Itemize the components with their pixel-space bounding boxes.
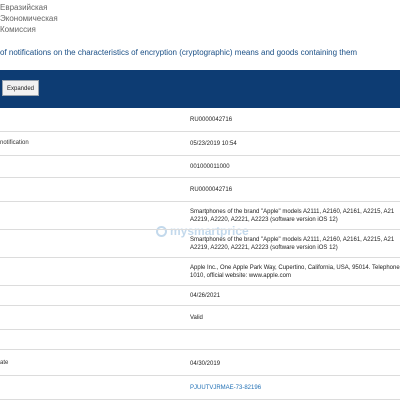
table-row: Apple Inc., One Apple Park Way, Cupertin… — [0, 258, 400, 286]
row-value: 04/30/2019 — [190, 361, 221, 367]
organization-logo-text: Евразийская Экономическая Комиссия — [0, 2, 120, 35]
toolbar: Expanded — [0, 70, 400, 108]
table-row: RU0000042716 — [0, 178, 400, 202]
table-row — [0, 330, 400, 350]
table-row: Valid — [0, 306, 400, 330]
row-value: Smartphones of the brand "Apple" models … — [190, 237, 395, 251]
table-row: 04/26/2021 — [0, 286, 400, 306]
table-row: ate 04/30/2019 — [0, 350, 400, 376]
row-value: Apple Inc., One Apple Park Way, Cupertin… — [190, 265, 400, 279]
row-value: 04/26/2021 — [190, 293, 221, 299]
table-row: 001000011000 — [0, 156, 400, 178]
row-label: ate — [0, 360, 9, 366]
table-row: RU0000042716 — [0, 108, 400, 132]
org-line: Комиссия — [0, 25, 36, 34]
table-row: Smartphones of the brand "Apple" models … — [0, 202, 400, 230]
row-value: 001000011000 — [190, 164, 230, 170]
row-value: Smartphones of the brand "Apple" models … — [190, 209, 395, 223]
page-title: of notifications on the characteristics … — [0, 48, 358, 57]
table-row: notification 05/23/2019 10:54 — [0, 132, 400, 156]
row-value: RU0000042716 — [190, 117, 233, 123]
row-value: 05/23/2019 10:54 — [190, 141, 237, 147]
row-value: RU0000042716 — [190, 187, 233, 193]
org-line: Евразийская — [0, 3, 48, 12]
org-line: Экономическая — [0, 14, 58, 23]
row-label: notification — [0, 140, 29, 146]
expanded-button[interactable]: Expanded — [2, 80, 40, 96]
table-row: PJUUTVJRMAE-73-82196 — [0, 376, 400, 400]
document-link[interactable]: PJUUTVJRMAE-73-82196 — [190, 384, 400, 392]
row-value: Valid — [190, 315, 203, 321]
table-row: Smartphones of the brand "Apple" models … — [0, 230, 400, 258]
